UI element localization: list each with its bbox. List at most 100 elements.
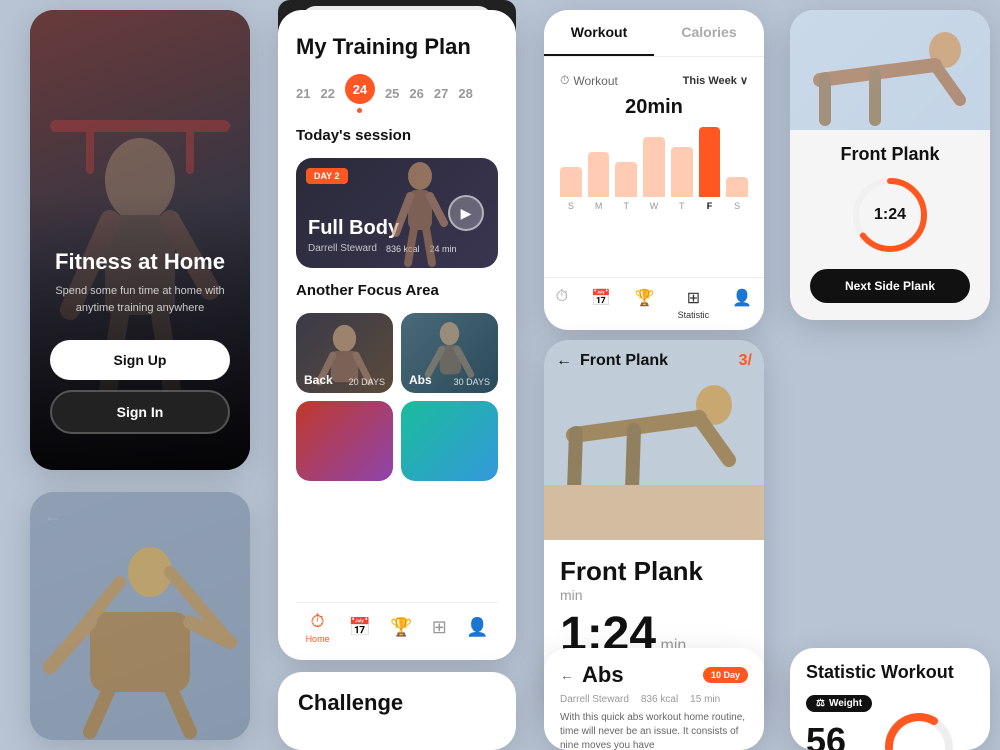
workout-name: Full Body bbox=[308, 217, 399, 240]
another-focus-label: Another Focus Area bbox=[296, 282, 498, 299]
hero-subtitle: Spend some fun time at home with anytime… bbox=[50, 283, 230, 316]
bar-S2: S bbox=[726, 177, 748, 211]
calendar-icon: 📅 bbox=[349, 617, 371, 638]
statistic-workout-panel: Statistic Workout ⚖ Weight 56 bbox=[790, 648, 990, 750]
timer-value: 1:24 bbox=[850, 175, 930, 255]
focus-grid: Back 20 DAYS Abs 30 DAYS bbox=[296, 313, 498, 481]
trophy-icon: 🏆 bbox=[390, 617, 412, 638]
signin-button[interactable]: Sign In bbox=[50, 390, 230, 434]
user-icon: 👤 bbox=[732, 288, 752, 308]
chart-nav-stat[interactable]: ⊞ Statistic bbox=[678, 288, 710, 320]
focus-abs[interactable]: Abs 30 DAYS bbox=[401, 313, 498, 393]
bar-chart: S M T W T F S bbox=[560, 131, 748, 211]
fitness-at-home-panel: Fitness at Home Spend some fun time at h… bbox=[30, 10, 250, 470]
bar-t2-fill bbox=[671, 147, 693, 197]
chart-header: ⏱ Workout This Week ∨ bbox=[560, 73, 748, 88]
exercise-time-label: min bbox=[560, 587, 748, 603]
cal-day-21[interactable]: 21 bbox=[296, 86, 310, 101]
nav-grid[interactable]: ⊞ bbox=[432, 617, 447, 638]
chart-nav-timer[interactable]: ⏱ bbox=[556, 288, 568, 320]
profile-icon: 👤 bbox=[466, 617, 488, 638]
statistic-title: Statistic Workout bbox=[806, 662, 974, 683]
chart-nav-award[interactable]: 🏆 bbox=[634, 288, 654, 320]
abs-meta: Darrell Steward 836 kcal 15 min bbox=[560, 694, 748, 705]
focus-back-label: Back bbox=[304, 373, 333, 387]
exercise-number: 3/ bbox=[739, 352, 752, 370]
nav-profile[interactable]: 👤 bbox=[466, 617, 488, 638]
bar-t1-label: T bbox=[624, 201, 630, 211]
nav-home-label: Home bbox=[306, 634, 330, 644]
chart-nav-cal[interactable]: 📅 bbox=[591, 288, 611, 320]
focus-d[interactable] bbox=[401, 401, 498, 481]
calendar-row: 21 22 24 25 26 27 28 bbox=[296, 74, 498, 113]
exercise-name: Front Plank bbox=[560, 556, 748, 587]
chart-value: 20min bbox=[560, 96, 748, 119]
bar-s1-label: S bbox=[568, 201, 574, 211]
clock-icon: ⏱ bbox=[560, 73, 569, 88]
focus-c[interactable] bbox=[296, 401, 393, 481]
bar-w-fill bbox=[643, 137, 665, 197]
focus-back[interactable]: Back 20 DAYS bbox=[296, 313, 393, 393]
bar-S1: S bbox=[560, 167, 582, 211]
training-plan-panel: My Training Plan 21 22 24 25 26 27 28 To… bbox=[278, 10, 516, 660]
plank-title: Front Plank bbox=[840, 144, 939, 165]
day-badge: DAY 2 bbox=[306, 168, 348, 184]
cal-day-27[interactable]: 27 bbox=[434, 86, 448, 101]
abs-header: ← Abs 10 Day bbox=[560, 662, 748, 688]
abs-trainer: Darrell Steward bbox=[560, 694, 629, 705]
bar-t2-label: T bbox=[679, 201, 685, 211]
bar-m-label: M bbox=[595, 201, 603, 211]
nav-trophy[interactable]: 🏆 bbox=[390, 617, 412, 638]
bar-W: W bbox=[643, 137, 665, 211]
period-selector[interactable]: This Week ∨ bbox=[683, 74, 748, 87]
exercise-header: ← Front Plank bbox=[556, 352, 668, 370]
stat-value: 56 bbox=[806, 720, 872, 750]
hero-title: Fitness at Home bbox=[50, 249, 230, 275]
abs-back-button[interactable]: ← bbox=[560, 667, 574, 683]
plank-image bbox=[790, 10, 990, 130]
abs-tag: 10 Day bbox=[703, 667, 748, 683]
bar-m-fill bbox=[588, 152, 610, 197]
gauge-chart bbox=[884, 703, 954, 750]
tab-row: Workout Calories bbox=[544, 10, 764, 57]
focus-back-days: 20 DAYS bbox=[349, 377, 385, 387]
focus-abs-days: 30 DAYS bbox=[454, 377, 490, 387]
signup-button[interactable]: Sign Up bbox=[50, 340, 230, 380]
chart-nav-user[interactable]: 👤 bbox=[732, 288, 752, 320]
workout-card[interactable]: DAY 2 Full Body Darrell Steward 836 kcal… bbox=[296, 158, 498, 268]
tab-calories[interactable]: Calories bbox=[654, 10, 764, 56]
abs-kcal: 836 kcal bbox=[641, 694, 678, 705]
exercise-title-overlay: Front Plank bbox=[580, 352, 668, 370]
nav-home[interactable]: ⏱ Home bbox=[306, 611, 330, 644]
cal-day-26[interactable]: 26 bbox=[409, 86, 423, 101]
abs-duration: 15 min bbox=[690, 694, 720, 705]
bar-s2-label: S bbox=[734, 201, 740, 211]
bar-M: M bbox=[588, 152, 610, 211]
back-button[interactable]: ← bbox=[556, 352, 572, 370]
cal-day-28[interactable]: 28 bbox=[458, 86, 472, 101]
weight-icon: ⚖ bbox=[816, 698, 825, 709]
grid-icon: ⊞ bbox=[432, 617, 447, 638]
cal-day-22[interactable]: 22 bbox=[320, 86, 334, 101]
chart-area: ⏱ Workout This Week ∨ 20min S M T bbox=[544, 57, 764, 277]
bar-T2: T bbox=[671, 147, 693, 211]
chart-label: ⏱ Workout bbox=[560, 73, 618, 88]
front-plank-timer-panel: Front Plank 1:24 Next Side Plank bbox=[790, 10, 990, 320]
bar-t1-fill bbox=[615, 162, 637, 197]
next-exercise-button[interactable]: Next Side Plank bbox=[810, 269, 970, 303]
tab-workout[interactable]: Workout bbox=[544, 10, 654, 56]
abs-description: With this quick abs workout home routine… bbox=[560, 711, 748, 750]
abs-title: Abs bbox=[582, 662, 695, 688]
weight-tag: ⚖ Weight bbox=[806, 695, 872, 712]
nav-calendar[interactable]: 📅 bbox=[349, 617, 371, 638]
bar-f-fill bbox=[699, 127, 721, 197]
bar-T1: T bbox=[615, 162, 637, 211]
play-button[interactable]: ▶ bbox=[448, 195, 484, 231]
cal-day-25[interactable]: 25 bbox=[385, 86, 399, 101]
exercise-image: ← Front Plank 3/ bbox=[544, 340, 764, 540]
hero-content: Fitness at Home Spend some fun time at h… bbox=[30, 249, 250, 434]
cal-day-24[interactable]: 24 bbox=[345, 74, 375, 113]
cal-icon: 📅 bbox=[591, 288, 611, 308]
bottom-nav: ⏱ Home 📅 🏆 ⊞ 👤 bbox=[296, 602, 498, 644]
bar-s1-fill bbox=[560, 167, 582, 197]
